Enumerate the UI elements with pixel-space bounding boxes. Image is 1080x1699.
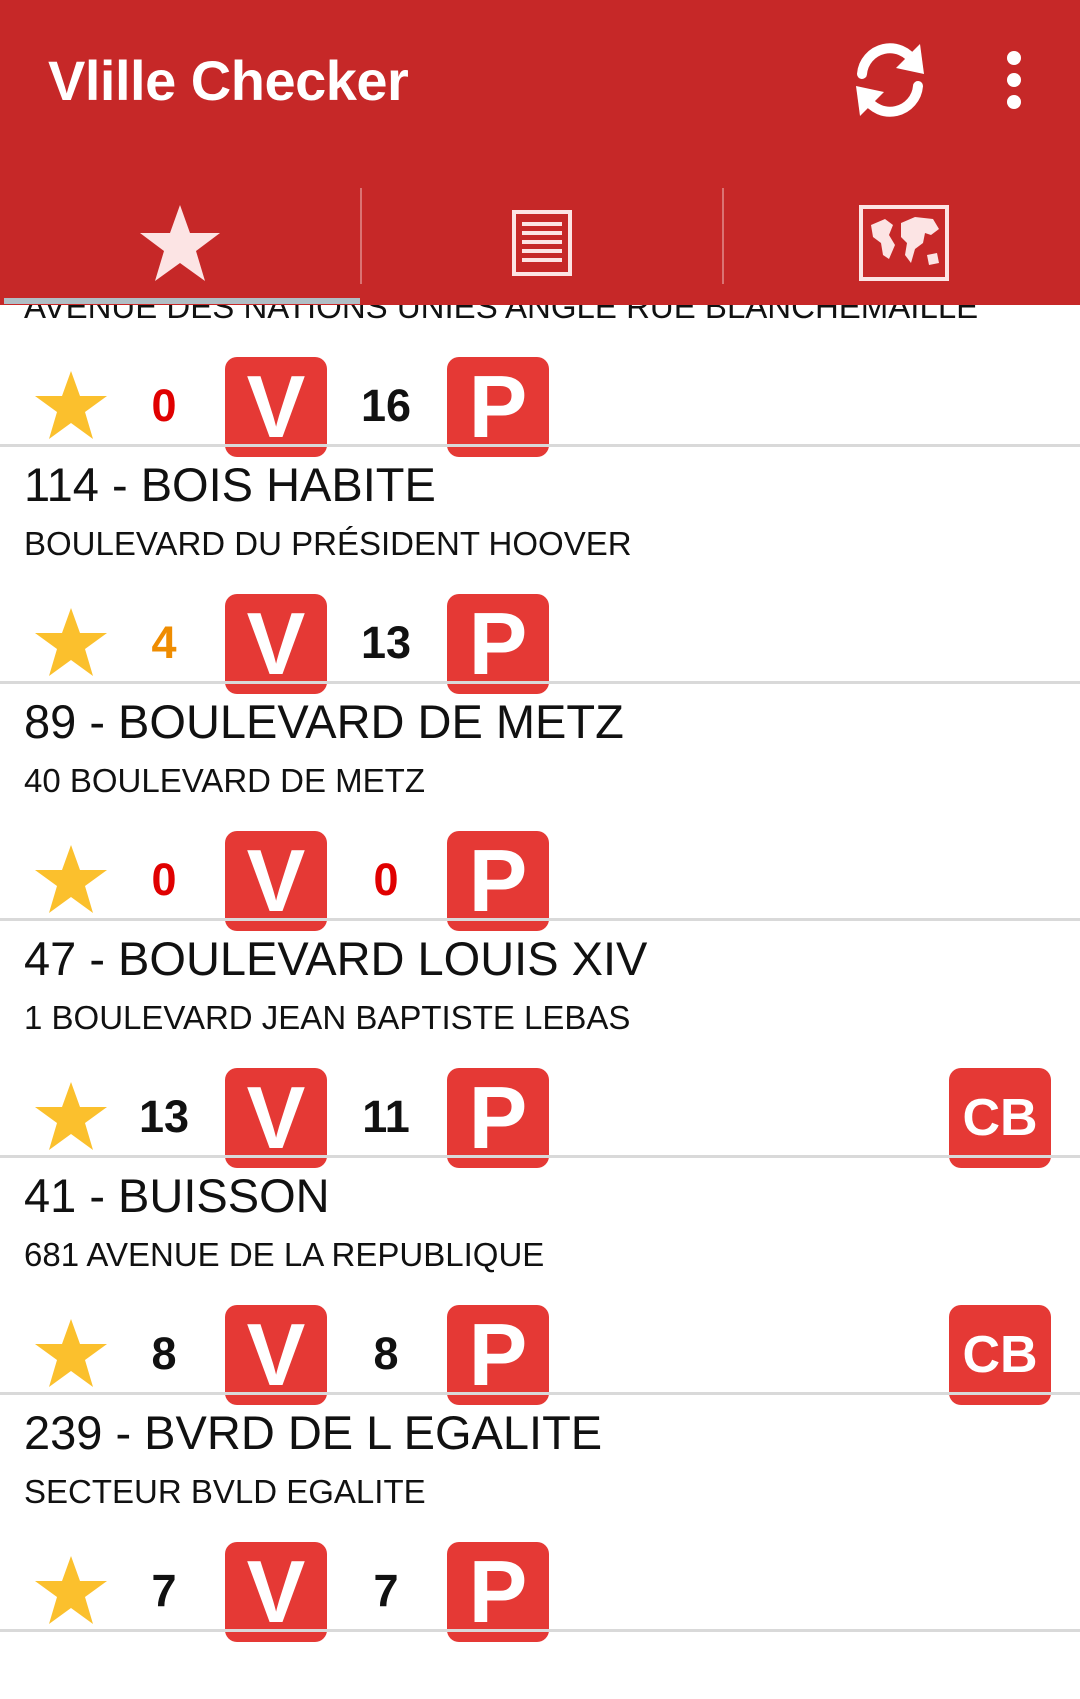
bikes-badge: V xyxy=(225,1542,327,1642)
available-stands-count: 7 xyxy=(373,1565,399,1616)
overflow-menu-button[interactable] xyxy=(990,44,1038,116)
parking-badge: P xyxy=(447,1068,549,1168)
parking-badge: P xyxy=(447,1542,549,1642)
favorite-star-icon[interactable] xyxy=(33,369,109,441)
station-name: 47 - BOULEVARD LOUIS XIV xyxy=(24,932,648,985)
available-stands-count: 11 xyxy=(362,1091,410,1142)
favorite-star-icon[interactable] xyxy=(33,1317,109,1389)
tab-stations-list[interactable] xyxy=(362,180,722,305)
parking-badge: P xyxy=(447,357,549,457)
station-item[interactable]: 114 - BOIS HABITE BOULEVARD DU PRÉSIDENT… xyxy=(0,447,1080,694)
bikes-badge: V xyxy=(225,831,327,931)
more-vert-icon xyxy=(1007,51,1021,109)
refresh-icon xyxy=(856,43,924,117)
card-payment-badge: CB xyxy=(949,1305,1051,1405)
station-name: 41 - BUISSON xyxy=(24,1169,330,1222)
favorite-star-icon[interactable] xyxy=(33,606,109,678)
parking-badge: P xyxy=(447,831,549,931)
bikes-badge: V xyxy=(225,1305,327,1405)
station-address: AVENUE DES NATIONS UNIES ANGLE RUE BLANC… xyxy=(24,305,979,325)
refresh-button[interactable] xyxy=(848,38,932,122)
available-bikes-count: 8 xyxy=(151,1328,177,1379)
bikes-badge: V xyxy=(225,1068,327,1168)
map-icon xyxy=(859,204,949,281)
available-bikes-count: 0 xyxy=(151,380,177,431)
station-item[interactable]: 239 - BVRD DE L EGALITE SECTEUR BVLD EGA… xyxy=(0,1395,1080,1642)
available-bikes-count: 13 xyxy=(138,1091,190,1142)
star-icon xyxy=(140,204,220,281)
station-address: 681 AVENUE DE LA REPUBLIQUE xyxy=(24,1236,545,1273)
station-name: 114 - BOIS HABITE xyxy=(24,458,436,511)
tab-favorites[interactable] xyxy=(0,180,360,305)
station-address: 1 BOULEVARD JEAN BAPTISTE LEBAS xyxy=(24,999,631,1036)
station-item[interactable]: 41 - BUISSON 681 AVENUE DE LA REPUBLIQUE… xyxy=(0,1158,1080,1405)
station-name: 239 - BVRD DE L EGALITE xyxy=(24,1406,603,1459)
available-stands-count: 8 xyxy=(373,1328,399,1379)
favorite-star-icon[interactable] xyxy=(33,843,109,915)
favorite-star-icon[interactable] xyxy=(33,1554,109,1626)
app-bar: Vlille Checker xyxy=(0,0,1080,305)
station-item[interactable]: 47 - BOULEVARD LOUIS XIV 1 BOULEVARD JEA… xyxy=(0,921,1080,1168)
station-address: BOULEVARD DU PRÉSIDENT HOOVER xyxy=(24,525,632,562)
parking-badge: P xyxy=(447,594,549,694)
favorite-star-icon[interactable] xyxy=(33,1080,109,1152)
tab-selected-indicator xyxy=(4,298,360,304)
list-icon xyxy=(512,209,572,276)
divider xyxy=(0,1629,1080,1632)
available-stands-count: 0 xyxy=(373,854,399,905)
card-payment-badge: CB xyxy=(949,1068,1051,1168)
available-bikes-count: 4 xyxy=(151,617,177,668)
station-address: 40 BOULEVARD DE METZ xyxy=(24,762,425,799)
station-address: SECTEUR BVLD EGALITE xyxy=(24,1473,426,1510)
available-bikes-count: 7 xyxy=(151,1565,177,1616)
tab-bar xyxy=(0,180,1080,305)
available-bikes-count: 0 xyxy=(151,854,177,905)
station-item[interactable]: 89 - BOULEVARD DE METZ 40 BOULEVARD DE M… xyxy=(0,684,1080,931)
station-name: 89 - BOULEVARD DE METZ xyxy=(24,695,624,748)
tab-map[interactable] xyxy=(724,180,1080,305)
parking-badge: P xyxy=(447,1305,549,1405)
stations-list[interactable]: 235 - BLANCHEMAILLE AVENUE DES NATIONS U… xyxy=(0,305,1080,1699)
available-stands-count: 13 xyxy=(360,617,412,668)
bikes-badge: V xyxy=(225,357,327,457)
bikes-badge: V xyxy=(225,594,327,694)
station-item[interactable]: 235 - BLANCHEMAILLE AVENUE DES NATIONS U… xyxy=(0,305,1080,457)
app-title: Vlille Checker xyxy=(48,49,409,112)
available-stands-count: 16 xyxy=(360,380,412,431)
